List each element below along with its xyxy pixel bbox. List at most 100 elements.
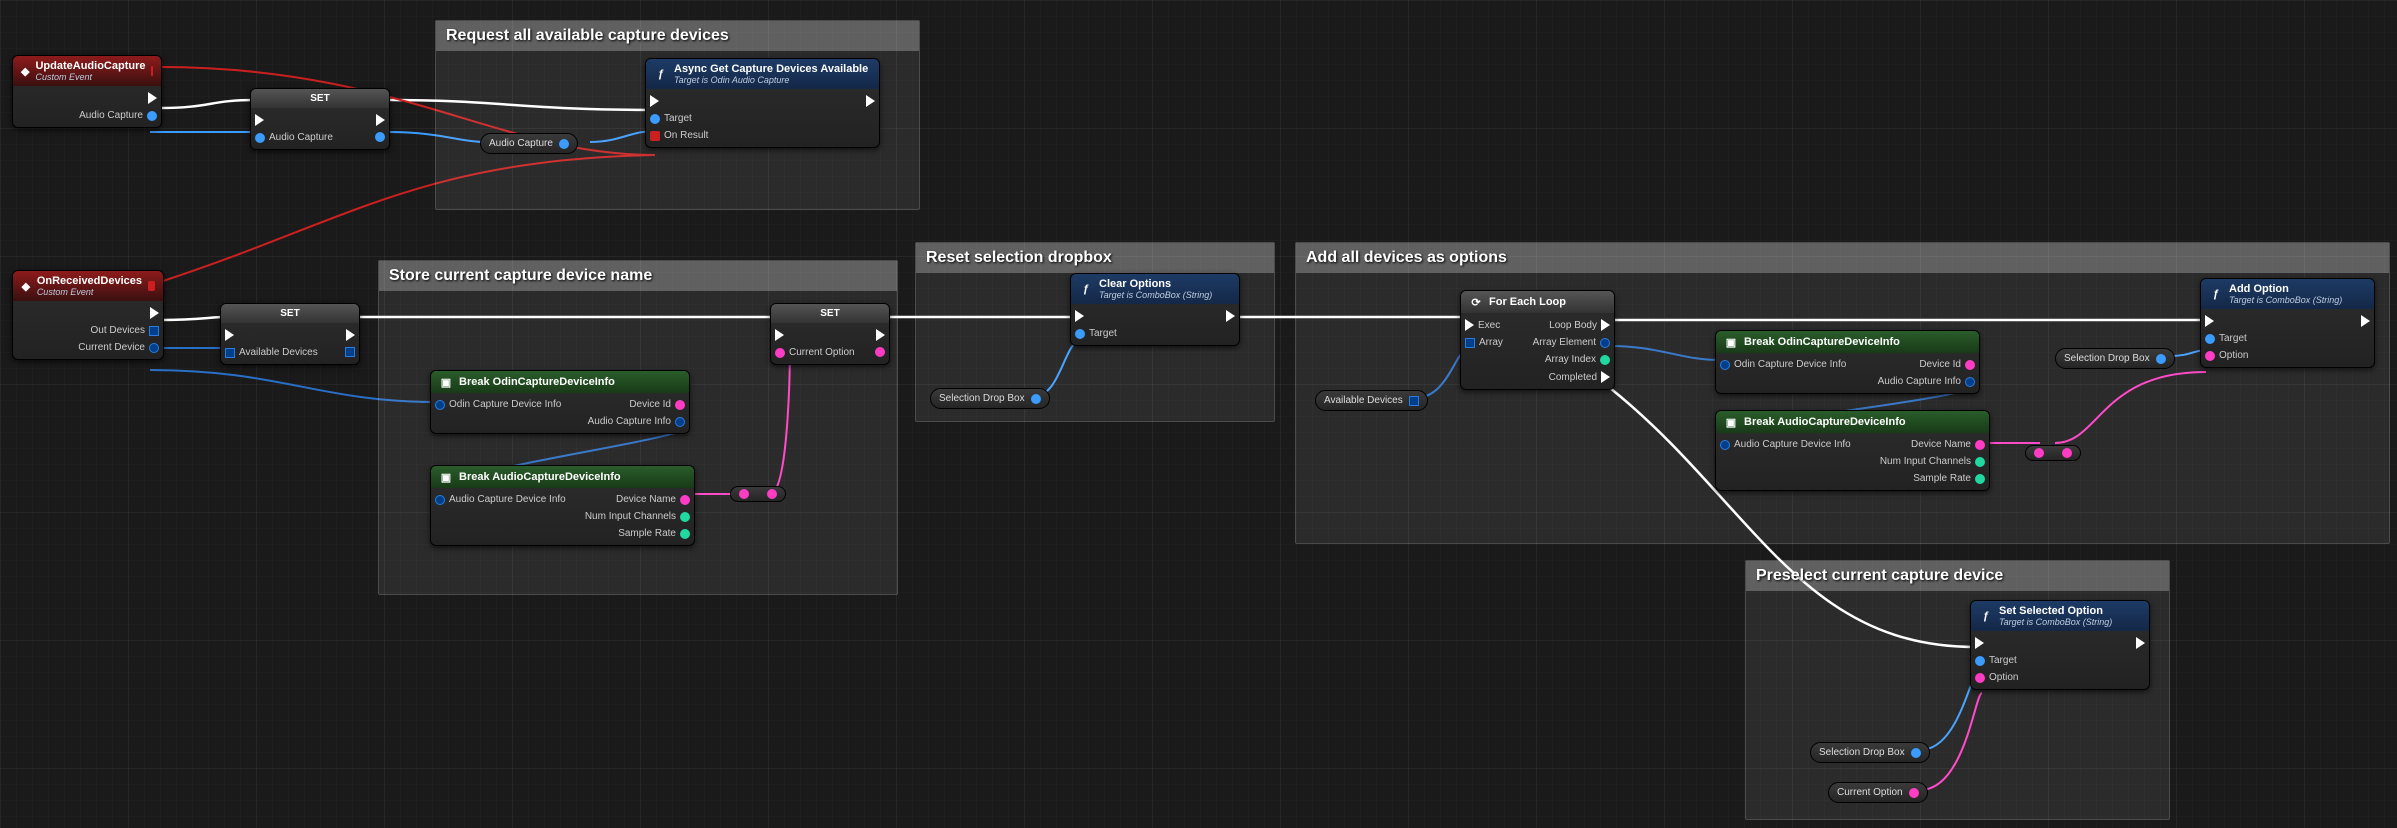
delegate-pin[interactable] (148, 281, 155, 291)
exec-in-pin[interactable] (775, 329, 784, 341)
int-out-pin[interactable] (1600, 355, 1610, 365)
node-set-selected-option[interactable]: ƒ Set Selected Option Target is ComboBox… (1970, 600, 2150, 690)
node-add-option[interactable]: ƒ Add Option Target is ComboBox (String)… (2200, 278, 2375, 368)
obj-out-pin[interactable] (559, 139, 569, 149)
node-clear-options[interactable]: ƒ Clear Options Target is ComboBox (Stri… (1070, 273, 1240, 346)
exec-in-pin[interactable] (1465, 319, 1474, 331)
str-out-pin[interactable] (875, 347, 885, 357)
reroute-out[interactable] (2062, 448, 2072, 458)
exec-out-pin[interactable] (148, 92, 157, 104)
obj-out-pin[interactable] (1031, 394, 1041, 404)
node-foreach[interactable]: ⟳ For Each Loop Exec Array Loop Body Arr… (1460, 290, 1615, 390)
exec-in-pin[interactable] (650, 95, 659, 107)
obj-out-pin[interactable] (375, 132, 385, 142)
obj-out-pin[interactable] (1911, 748, 1921, 758)
int-out-pin[interactable] (1975, 457, 1985, 467)
node-break-audio-2[interactable]: ▣ Break AudioCaptureDeviceInfo Audio Cap… (1715, 410, 1990, 491)
node-subtitle: Target is ComboBox (String) (1999, 617, 2112, 627)
arr-out-pin[interactable] (345, 347, 355, 357)
reroute-1[interactable] (730, 486, 786, 502)
pin-label: Audio Capture Device Info (1734, 439, 1851, 450)
str-out-pin[interactable] (1965, 360, 1975, 370)
exec-in-pin[interactable] (255, 114, 264, 126)
reroute-in[interactable] (2034, 448, 2044, 458)
pin-target[interactable] (1975, 656, 1985, 666)
int-out-pin[interactable] (680, 529, 690, 539)
var-available-devices[interactable]: Available Devices (1315, 390, 1428, 411)
pin-target[interactable] (650, 114, 660, 124)
struct-in-pin[interactable] (435, 495, 445, 505)
exec-out-pin[interactable] (1226, 310, 1235, 322)
arr-out-pin[interactable] (1409, 396, 1419, 406)
node-subtitle: Custom Event (35, 72, 145, 82)
int-out-pin[interactable] (1975, 474, 1985, 484)
comment-title: Request all available capture devices (436, 21, 919, 51)
pin-target[interactable] (2205, 334, 2215, 344)
node-break-audio-1[interactable]: ▣ Break AudioCaptureDeviceInfo Audio Cap… (430, 465, 695, 546)
node-subtitle: Target is Odin Audio Capture (674, 75, 868, 85)
exec-in-pin[interactable] (1975, 637, 1984, 649)
comment-preselect[interactable]: Preselect current capture device (1745, 560, 2170, 820)
str-out-pin[interactable] (675, 400, 685, 410)
node-set-audio-capture[interactable]: SET Audio Capture (250, 88, 390, 150)
struct-out-pin[interactable] (149, 343, 159, 353)
node-title: Break AudioCaptureDeviceInfo (1744, 416, 1906, 428)
var-current-option[interactable]: Current Option (1828, 782, 1928, 803)
arr-out-pin[interactable] (149, 326, 159, 336)
struct-in-pin[interactable] (1720, 440, 1730, 450)
str-out-pin[interactable] (680, 495, 690, 505)
exec-in-pin[interactable] (225, 329, 234, 341)
node-set-available-devices[interactable]: SET Available Devices (220, 303, 360, 365)
node-update-audio-capture[interactable]: ◆ UpdateAudioCapture Custom Event Audio … (12, 55, 162, 128)
node-set-current-option[interactable]: SET Current Option (770, 303, 890, 365)
str-out-pin[interactable] (1909, 788, 1919, 798)
comment-title: Add all devices as options (1296, 243, 2389, 273)
exec-in-pin[interactable] (2205, 315, 2214, 327)
node-async-get-devices[interactable]: ƒ Async Get Capture Devices Available Ta… (645, 58, 880, 148)
pin-label: Sample Rate (618, 528, 676, 539)
pin-label: Available Devices (239, 347, 318, 358)
exec-out-pin[interactable] (376, 114, 385, 126)
struct-in-pin[interactable] (435, 400, 445, 410)
delegate-pin[interactable] (151, 66, 153, 76)
struct-out-pin[interactable] (675, 417, 685, 427)
node-break-odin-1[interactable]: ▣ Break OdinCaptureDeviceInfo Odin Captu… (430, 370, 690, 434)
var-label: Selection Drop Box (939, 393, 1025, 404)
exec-in-pin[interactable] (1075, 310, 1084, 322)
int-out-pin[interactable] (680, 512, 690, 522)
str-in-pin[interactable] (775, 348, 785, 358)
pin-label: Current Device (78, 342, 145, 353)
arr-in-pin[interactable] (1465, 338, 1475, 348)
node-on-received-devices[interactable]: ◆ OnReceivedDevices Custom Event Out Dev… (12, 270, 164, 360)
pin-label: Audio Capture Device Info (449, 494, 566, 505)
arr-in-pin[interactable] (225, 348, 235, 358)
obj-in-pin[interactable] (255, 133, 265, 143)
pin-on-result[interactable] (650, 131, 660, 141)
node-subtitle: Target is ComboBox (String) (1099, 290, 1212, 300)
var-audio-capture[interactable]: Audio Capture (480, 133, 578, 154)
pin-option[interactable] (1975, 673, 1985, 683)
struct-out-pin[interactable] (1965, 377, 1975, 387)
struct-in-pin[interactable] (1720, 360, 1730, 370)
exec-out-pin[interactable] (2136, 637, 2145, 649)
exec-out-pin[interactable] (346, 329, 355, 341)
exec-out-pin[interactable] (866, 95, 875, 107)
struct-out-pin[interactable] (1600, 338, 1610, 348)
var-selection-dropbox-2[interactable]: Selection Drop Box (2055, 348, 2175, 369)
exec-out-pin[interactable] (1601, 371, 1610, 383)
obj-out-pin[interactable] (147, 111, 157, 121)
pin-option[interactable] (2205, 351, 2215, 361)
pin-target[interactable] (1075, 329, 1085, 339)
node-break-odin-2[interactable]: ▣ Break OdinCaptureDeviceInfo Odin Captu… (1715, 330, 1980, 394)
exec-out-pin[interactable] (150, 307, 159, 319)
var-selection-dropbox-3[interactable]: Selection Drop Box (1810, 742, 1930, 763)
var-selection-dropbox-1[interactable]: Selection Drop Box (930, 388, 1050, 409)
obj-out-pin[interactable] (2156, 354, 2166, 364)
exec-out-pin[interactable] (876, 329, 885, 341)
reroute-out[interactable] (767, 489, 777, 499)
reroute-in[interactable] (739, 489, 749, 499)
reroute-2[interactable] (2025, 445, 2081, 461)
exec-out-pin[interactable] (2361, 315, 2370, 327)
str-out-pin[interactable] (1975, 440, 1985, 450)
exec-out-pin[interactable] (1601, 319, 1610, 331)
